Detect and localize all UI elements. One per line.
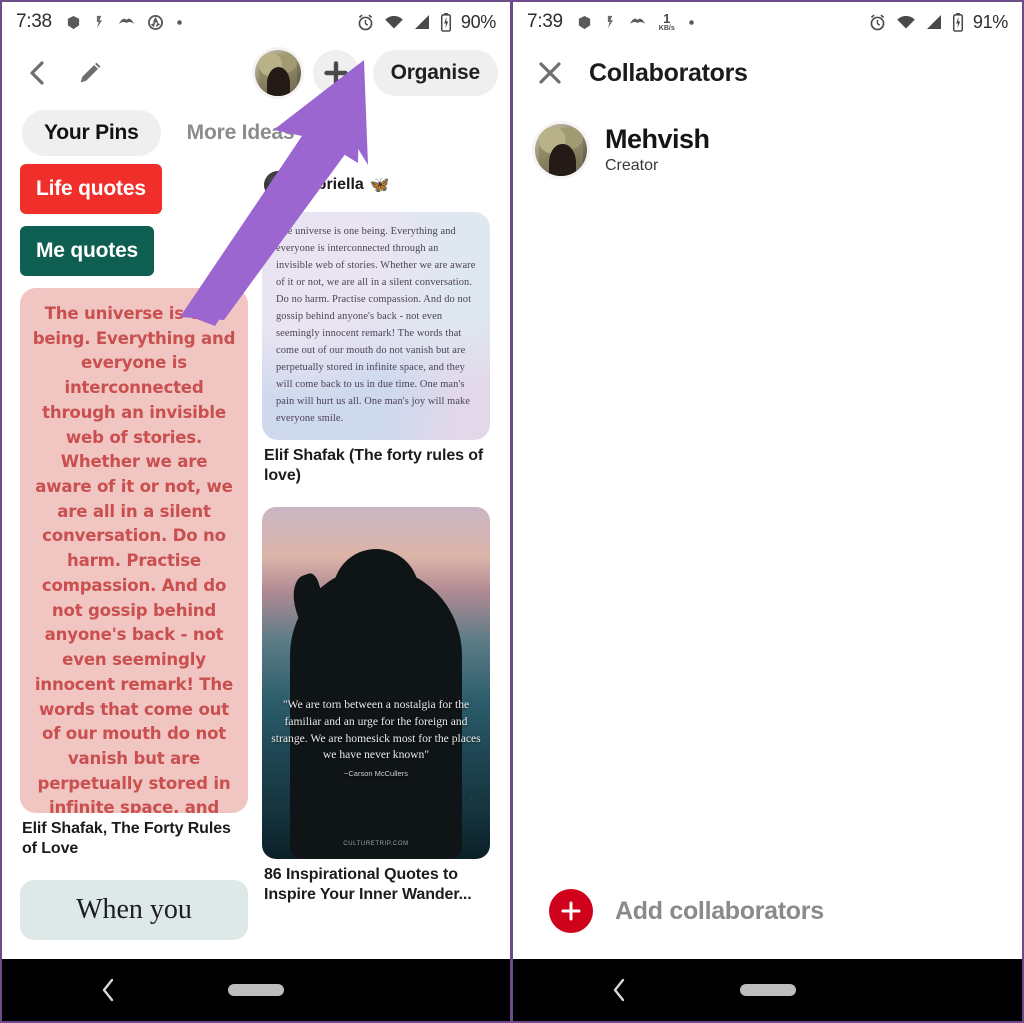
android-nav-bar-right	[513, 959, 1022, 1021]
screenshot-root: 7:38 90% Organise Your Pins More Ideas L…	[0, 0, 1024, 1023]
plus-circle-icon	[549, 889, 593, 933]
app-icon	[577, 15, 592, 30]
nav-back-icon[interactable]	[611, 977, 628, 1003]
pin-pink-quote[interactable]: The universe is one being. Everything an…	[20, 288, 248, 813]
collaborator-list-item[interactable]: Mehvish Creator	[513, 104, 1022, 176]
alarm-icon	[868, 13, 887, 32]
battery-percentage: 91%	[972, 11, 1008, 32]
chip-life-quotes[interactable]: Life quotes	[20, 164, 162, 214]
pin-mint-quote-text: When you	[76, 894, 192, 926]
status-time: 7:38	[16, 11, 52, 32]
data-rate-value: 1	[663, 11, 671, 26]
pencil-icon[interactable]	[66, 49, 114, 97]
app-icon	[94, 15, 105, 29]
close-icon[interactable]	[533, 56, 567, 90]
collaborators-header: Collaborators	[513, 42, 1022, 104]
alarm-icon	[356, 13, 375, 32]
data-rate-unit: KB/s	[658, 25, 675, 32]
tab-your-pins[interactable]: Your Pins	[22, 110, 161, 156]
pin-blue-quote[interactable]: The universe is one being. Everything an…	[262, 212, 490, 440]
pin-wanderlust-caption: 86 Inspirational Quotes to Inspire Your …	[264, 866, 472, 903]
add-collaborators-button[interactable]: Add collaborators	[513, 889, 1022, 959]
board-tabs: Your Pins More Ideas	[2, 104, 510, 156]
chip-me-quotes[interactable]: Me quotes	[20, 226, 155, 276]
battery-percentage: 90%	[460, 11, 496, 32]
app-icon	[66, 15, 81, 30]
wifi-icon	[896, 14, 916, 30]
app-icon	[118, 16, 135, 28]
pins-masonry: Life quotes Me quotes The universe is on…	[2, 156, 510, 941]
left-phone-panel: 7:38 90% Organise Your Pins More Ideas L…	[0, 0, 512, 1023]
app-icon	[605, 15, 616, 29]
dot-icon	[176, 19, 183, 26]
status-system-icons: 90%	[356, 12, 496, 33]
status-time: 7:39	[527, 11, 563, 32]
app-icon	[147, 14, 163, 30]
back-arrow-icon[interactable]	[14, 49, 62, 97]
masonry-column-left: Life quotes Me quotes The universe is on…	[20, 164, 248, 941]
pin-blue-quote-caption: Elif Shafak (The forty rules of love)	[264, 447, 484, 484]
pin-pink-quote-text: The universe is one being. Everything an…	[32, 304, 236, 813]
status-notification-icons	[66, 14, 183, 30]
pin-wanderlust-photo[interactable]: "We are torn between a nostalgia for the…	[262, 507, 490, 860]
photo-watermark: CULTURETRIP.COM	[343, 841, 409, 848]
photo-quote-attribution: ~Carson McCullers	[344, 769, 408, 779]
android-nav-bar-left	[2, 959, 510, 1021]
status-system-icons: 91%	[868, 12, 1008, 33]
pin-blue-quote-text: The universe is one being. Everything an…	[276, 226, 476, 424]
photo-quote-body: "We are torn between a nostalgia for the…	[271, 698, 481, 762]
pin-author-name: gabriella	[298, 176, 364, 193]
board-app-bar: Organise	[2, 42, 510, 104]
nav-home-pill[interactable]	[739, 984, 796, 996]
collaborator-role: Creator	[605, 157, 659, 175]
nav-home-pill[interactable]	[228, 984, 284, 996]
pin-mint-quote[interactable]: When you	[20, 880, 248, 941]
battery-icon	[440, 12, 452, 32]
nav-back-icon[interactable]	[100, 977, 117, 1003]
add-collaborators-label: Add collaborators	[615, 896, 824, 925]
pin-wanderlust-quote-text: "We are torn between a nostalgia for the…	[270, 697, 482, 780]
signal-icon	[413, 14, 431, 30]
add-collaborator-plus-button[interactable]	[312, 50, 359, 96]
pin-author-avatar	[264, 171, 292, 199]
collaborator-info: Mehvish Creator	[605, 123, 710, 176]
app-icon	[629, 16, 646, 28]
collaborator-name: Mehvish	[605, 123, 710, 154]
masonry-column-right: gabriella 🦋 The universe is one being. E…	[262, 164, 490, 940]
organise-button[interactable]: Organise	[372, 50, 498, 96]
status-notification-icons: 1 KB/s	[577, 12, 695, 32]
pin-pink-quote-caption: Elif Shafak, The Forty Rules of Love	[22, 820, 231, 857]
pin-author-row[interactable]: gabriella 🦋	[264, 166, 490, 204]
butterfly-icon: 🦋	[369, 177, 390, 194]
avatar	[535, 124, 587, 176]
status-bar-right: 7:39 1 KB/s 91%	[513, 2, 1022, 42]
tab-more-ideas[interactable]: More Ideas	[187, 110, 295, 156]
right-phone-panel: 7:39 1 KB/s 91% Collaborators Mehvish Cr…	[512, 0, 1024, 1023]
status-bar-left: 7:38 90%	[2, 2, 510, 42]
dot-icon	[688, 19, 695, 26]
battery-icon	[952, 12, 964, 32]
board-owner-avatar[interactable]	[254, 50, 301, 96]
signal-icon	[925, 14, 943, 30]
data-rate-indicator: 1 KB/s	[659, 12, 675, 32]
wifi-icon	[384, 14, 404, 30]
page-title: Collaborators	[589, 58, 748, 87]
